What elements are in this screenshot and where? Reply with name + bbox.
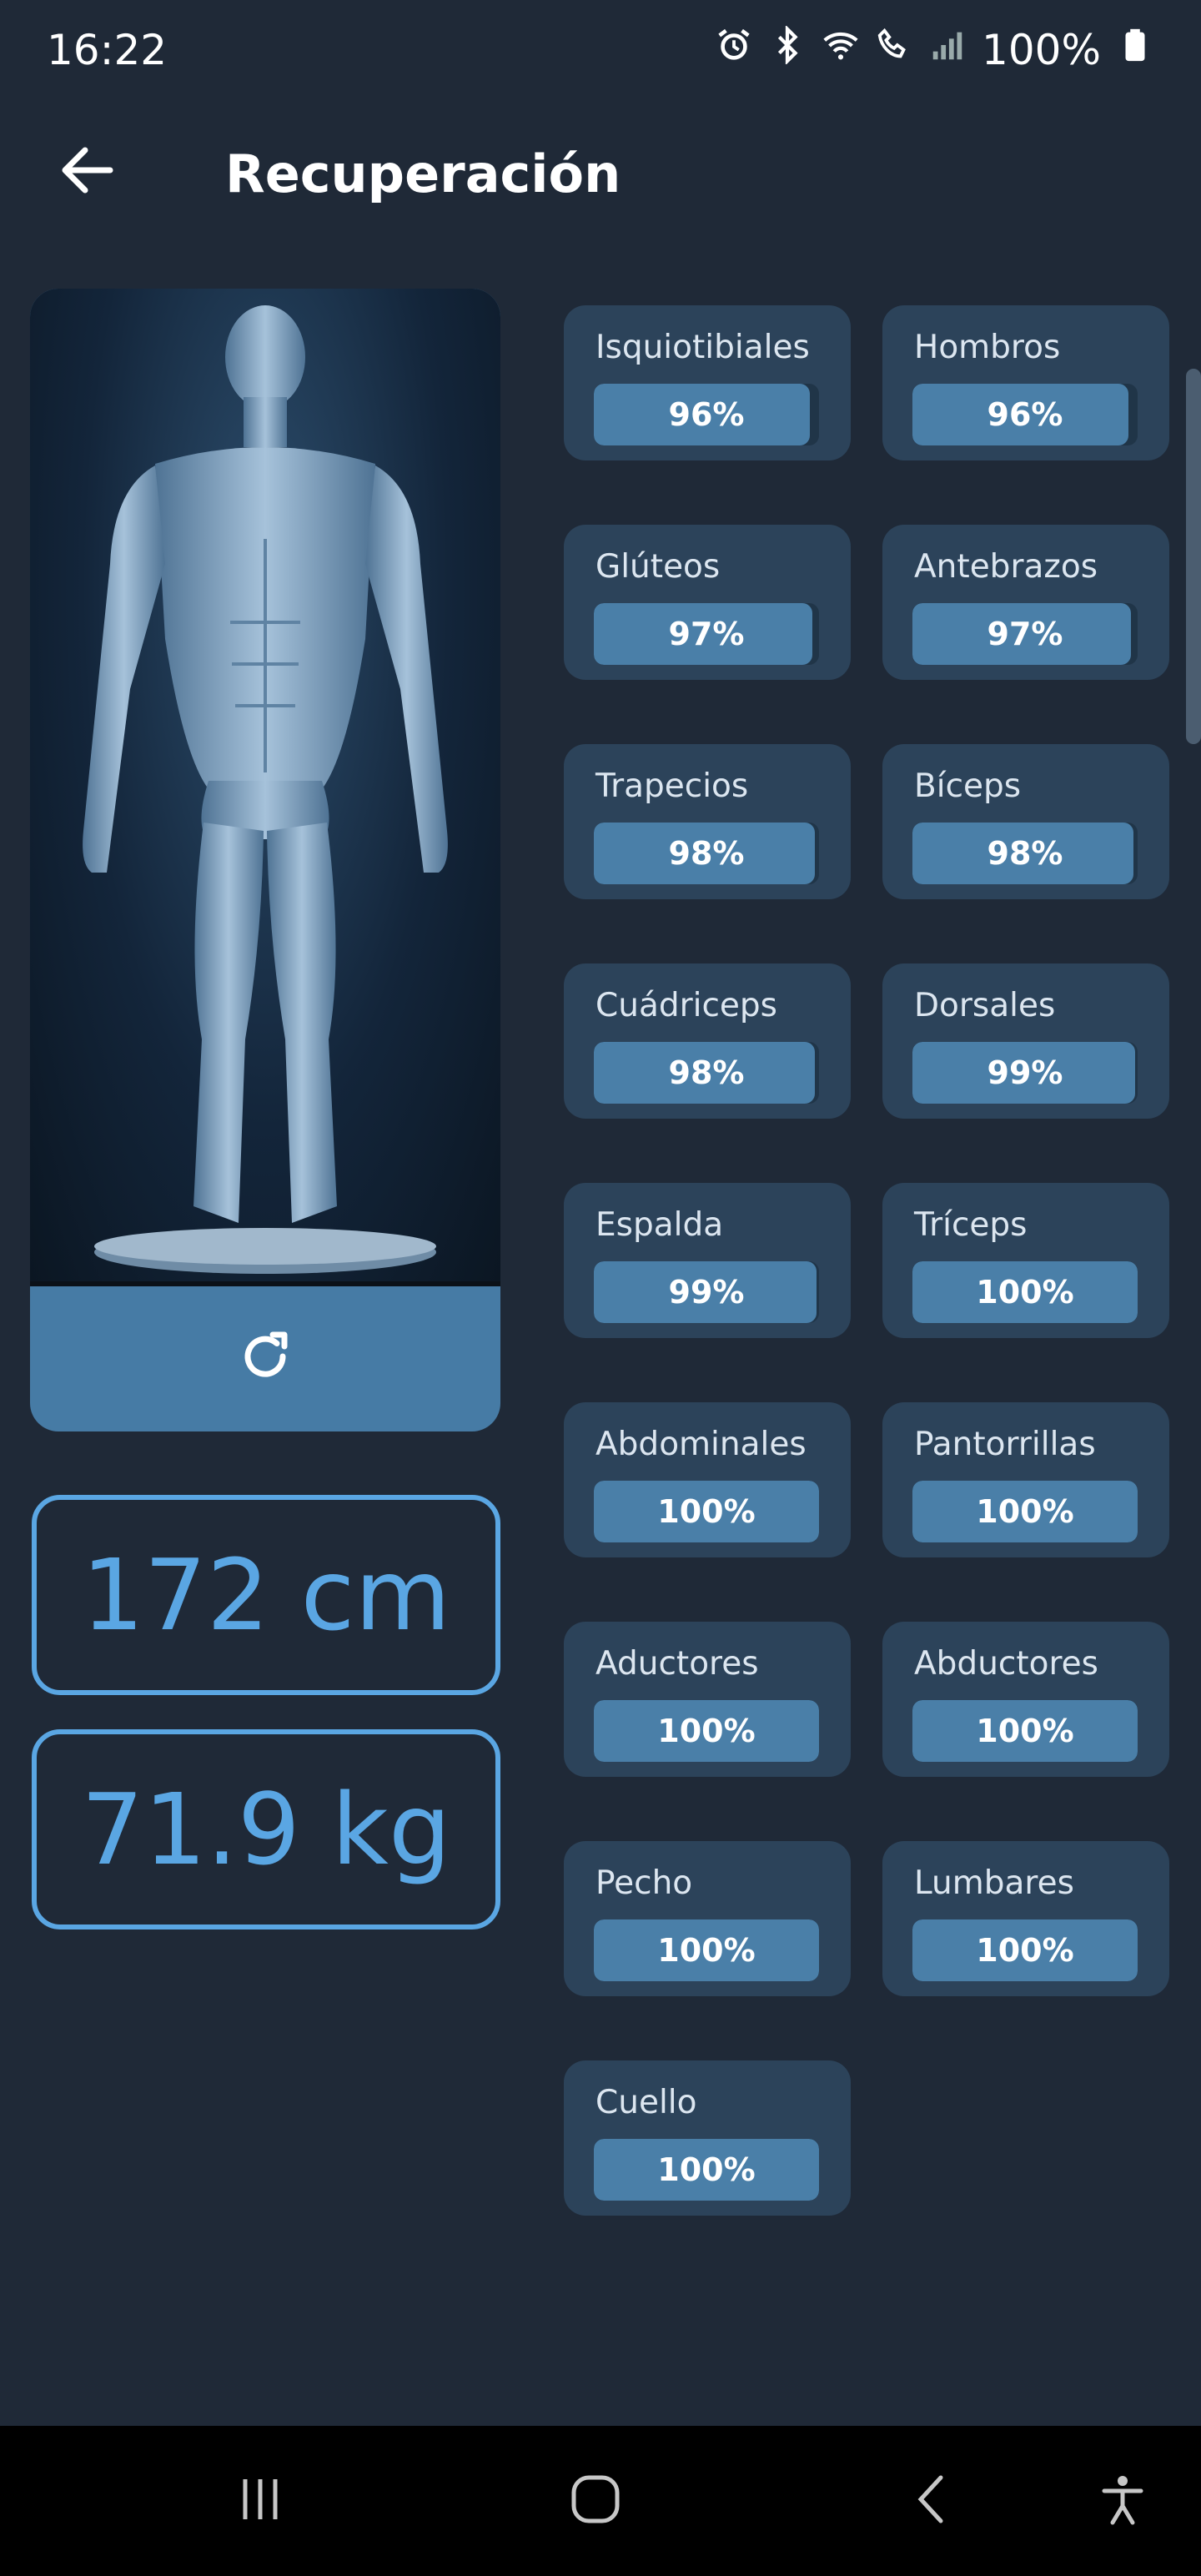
recovery-percent: 99% bbox=[668, 1274, 745, 1311]
recovery-progress-bar: 100% bbox=[594, 1700, 819, 1762]
muscle-card[interactable]: Pecho 100% bbox=[564, 1841, 851, 1996]
recovery-percent: 97% bbox=[987, 616, 1063, 652]
muscle-card[interactable]: Abdominales 100% bbox=[564, 1402, 851, 1557]
home-icon bbox=[569, 2473, 622, 2529]
accessibility-button[interactable] bbox=[1081, 2459, 1164, 2543]
status-bar: 16:22 100% bbox=[0, 0, 1201, 100]
muscle-name: Abdominales bbox=[595, 1426, 807, 1463]
recovery-progress-bar: 96% bbox=[594, 384, 819, 445]
muscle-name: Lumbares bbox=[914, 1864, 1074, 1902]
home-button[interactable] bbox=[554, 2459, 637, 2543]
muscle-card[interactable]: Pantorrillas 100% bbox=[882, 1402, 1169, 1557]
battery-percent: 100% bbox=[982, 26, 1101, 74]
muscle-card[interactable]: Glúteos 97% bbox=[564, 525, 851, 680]
alarm-icon bbox=[715, 26, 753, 74]
muscle-card[interactable]: Isquiotibiales 96% bbox=[564, 305, 851, 460]
recovery-progress-bar: 100% bbox=[912, 1919, 1138, 1981]
recovery-percent: 100% bbox=[976, 1274, 1074, 1311]
back-icon bbox=[907, 2474, 957, 2528]
muscle-name: Cuádriceps bbox=[595, 987, 777, 1024]
system-nav-bar bbox=[0, 2426, 1201, 2576]
recovery-progress-bar: 98% bbox=[912, 823, 1138, 884]
recovery-percent: 96% bbox=[668, 396, 745, 433]
recovery-percent: 100% bbox=[657, 1713, 756, 1749]
muscle-name: Trapecios bbox=[595, 767, 749, 805]
accessibility-icon bbox=[1096, 2473, 1149, 2529]
height-stat: 172 cm bbox=[32, 1495, 500, 1695]
recovery-percent: 98% bbox=[668, 835, 745, 872]
recovery-percent: 100% bbox=[657, 1932, 756, 1969]
muscle-name: Espalda bbox=[595, 1206, 724, 1244]
muscle-name: Bíceps bbox=[914, 767, 1022, 805]
muscle-card[interactable]: Antebrazos 97% bbox=[882, 525, 1169, 680]
recovery-percent: 100% bbox=[976, 1932, 1074, 1969]
system-back-button[interactable] bbox=[891, 2459, 974, 2543]
muscle-name: Cuello bbox=[595, 2084, 697, 2121]
recents-button[interactable] bbox=[219, 2459, 302, 2543]
recovery-progress-bar: 97% bbox=[594, 603, 819, 665]
recents-icon bbox=[235, 2474, 285, 2528]
status-icons: 100% bbox=[715, 24, 1154, 74]
recovery-progress-bar: 98% bbox=[594, 823, 819, 884]
muscle-card[interactable]: Trapecios 98% bbox=[564, 744, 851, 899]
body-figure-card bbox=[30, 289, 500, 1431]
signal-icon bbox=[928, 26, 967, 74]
recovery-percent: 98% bbox=[668, 1054, 745, 1091]
muscle-card[interactable]: Bíceps 98% bbox=[882, 744, 1169, 899]
recovery-percent: 98% bbox=[987, 835, 1063, 872]
recovery-progress-bar: 100% bbox=[594, 2139, 819, 2201]
recovery-percent: 97% bbox=[668, 616, 745, 652]
muscle-name: Isquiotibiales bbox=[595, 329, 810, 366]
recovery-percent: 100% bbox=[976, 1713, 1074, 1749]
muscle-name: Pantorrillas bbox=[914, 1426, 1096, 1463]
muscle-card[interactable]: Lumbares 100% bbox=[882, 1841, 1169, 1996]
recovery-percent: 96% bbox=[987, 396, 1063, 433]
muscle-name: Dorsales bbox=[914, 987, 1056, 1024]
app-header: Recuperación bbox=[0, 125, 1201, 217]
muscle-name: Glúteos bbox=[595, 548, 721, 586]
bluetooth-icon bbox=[768, 24, 807, 74]
recovery-percent: 100% bbox=[976, 1493, 1074, 1530]
muscle-card[interactable]: Abductores 100% bbox=[882, 1622, 1169, 1777]
muscle-name: Hombros bbox=[914, 329, 1061, 366]
refresh-button[interactable] bbox=[30, 1286, 500, 1431]
muscle-card[interactable]: Cuádriceps 98% bbox=[564, 963, 851, 1119]
muscle-card[interactable]: Cuello 100% bbox=[564, 2060, 851, 2216]
recovery-percent: 100% bbox=[657, 1493, 756, 1530]
muscle-name: Tríceps bbox=[914, 1206, 1028, 1244]
recovery-progress-bar: 100% bbox=[594, 1919, 819, 1981]
page-title: Recuperación bbox=[225, 143, 621, 204]
wifi-call-icon bbox=[875, 26, 913, 74]
recovery-progress-bar: 100% bbox=[594, 1481, 819, 1542]
status-time: 16:22 bbox=[47, 26, 168, 74]
recovery-progress-bar: 100% bbox=[912, 1481, 1138, 1542]
scrollbar[interactable] bbox=[1186, 369, 1201, 744]
weight-stat: 71.9 kg bbox=[32, 1729, 500, 1929]
recovery-progress-bar: 99% bbox=[594, 1261, 819, 1323]
muscle-name: Pecho bbox=[595, 1864, 693, 1902]
muscle-name: Aductores bbox=[595, 1645, 759, 1683]
recovery-percent: 100% bbox=[657, 2151, 756, 2188]
recovery-percent: 99% bbox=[987, 1054, 1063, 1091]
refresh-icon bbox=[236, 1328, 294, 1390]
muscle-card[interactable]: Hombros 96% bbox=[882, 305, 1169, 460]
wifi-icon bbox=[822, 26, 860, 74]
battery-icon bbox=[1116, 26, 1154, 74]
back-button[interactable] bbox=[52, 140, 123, 204]
arrow-left-icon bbox=[58, 145, 117, 199]
muscle-card[interactable]: Tríceps 100% bbox=[882, 1183, 1169, 1338]
anatomy-figure-image bbox=[30, 289, 500, 1281]
muscle-card[interactable]: Aductores 100% bbox=[564, 1622, 851, 1777]
recovery-progress-bar: 100% bbox=[912, 1700, 1138, 1762]
recovery-progress-bar: 100% bbox=[912, 1261, 1138, 1323]
muscle-name: Abductores bbox=[914, 1645, 1098, 1683]
recovery-progress-bar: 96% bbox=[912, 384, 1138, 445]
recovery-progress-bar: 99% bbox=[912, 1042, 1138, 1104]
muscle-card[interactable]: Dorsales 99% bbox=[882, 963, 1169, 1119]
muscle-name: Antebrazos bbox=[914, 548, 1098, 586]
recovery-progress-bar: 97% bbox=[912, 603, 1138, 665]
recovery-progress-bar: 98% bbox=[594, 1042, 819, 1104]
muscle-card[interactable]: Espalda 99% bbox=[564, 1183, 851, 1338]
